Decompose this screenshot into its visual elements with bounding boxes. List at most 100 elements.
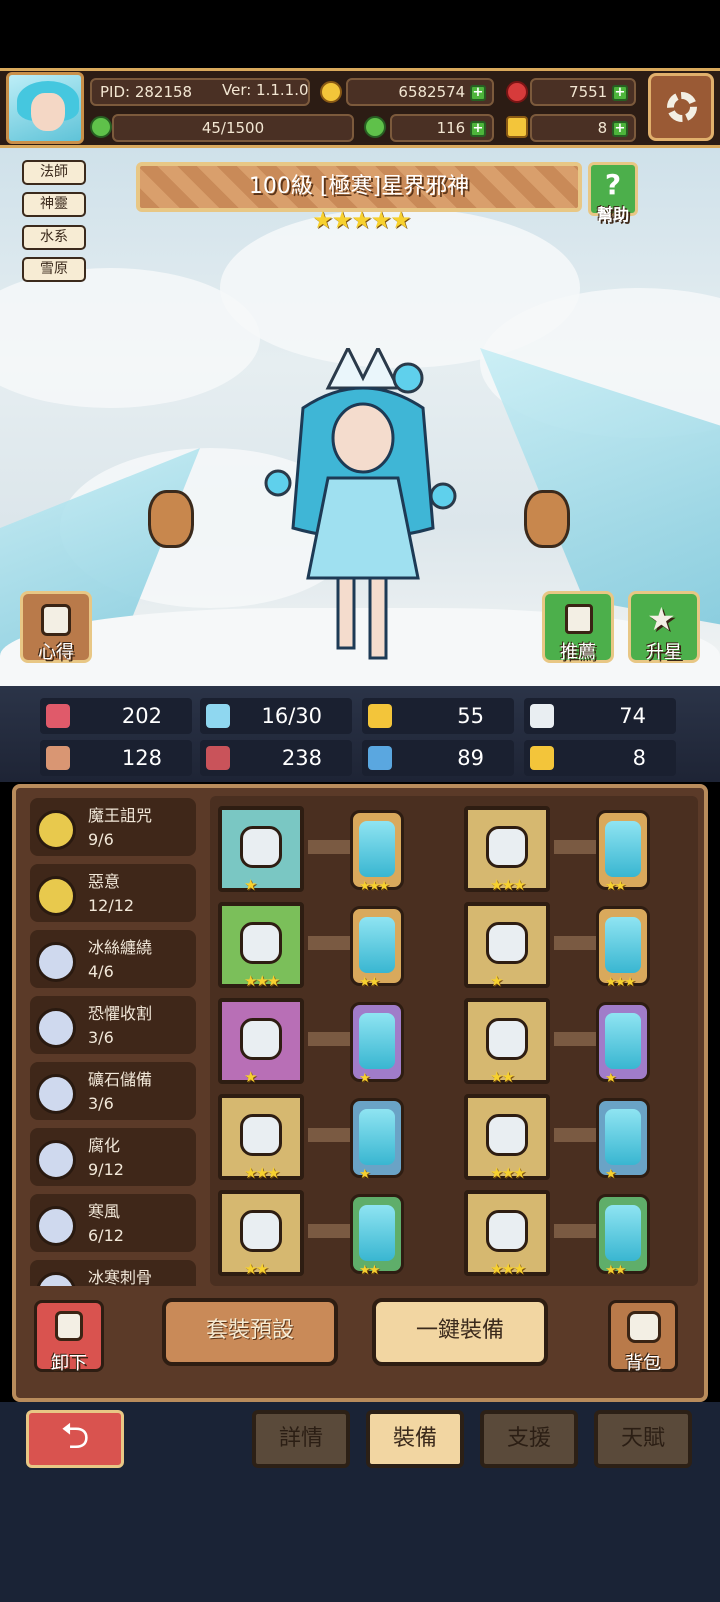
tag-terrain: 雪原 [22, 257, 86, 282]
player-avatar[interactable] [6, 72, 84, 144]
equipment-slot[interactable]: ★★★ [464, 1094, 550, 1182]
rune-gem-slot[interactable]: ★★★ [350, 810, 404, 894]
skill-item[interactable]: 腐化 9/12 [30, 1128, 196, 1186]
skill-name: 寒風 [88, 1202, 121, 1221]
tab-details[interactable]: 詳情 [252, 1410, 350, 1468]
hero-scene: 法師 神靈 水系 雪原 100級 [極寒]星界邪神 ★★★★★ ? 幫助 心得 … [0, 148, 720, 686]
pouch-icon [240, 922, 282, 964]
skill-icon [36, 1140, 76, 1180]
equipment-slot[interactable]: ★★★ [218, 1094, 304, 1182]
skill-level: 12/12 [88, 896, 135, 915]
gem-stars: ★ [605, 1167, 617, 1182]
clover-icon [364, 116, 386, 138]
hero-title: 100級 [極寒]星界邪神 [248, 174, 470, 199]
rune-gem-slot[interactable]: ★★ [350, 906, 404, 990]
skill-level: 3/6 [88, 1028, 114, 1047]
horned-helmet-icon [486, 826, 528, 868]
recommend-button[interactable]: 推薦 [542, 591, 614, 663]
backpack-button[interactable]: 背包 [608, 1300, 678, 1374]
socket-link [554, 1128, 598, 1142]
tab-talent[interactable]: 天賦 [594, 1410, 692, 1468]
gem-add-button[interactable]: + [612, 84, 628, 101]
help-button[interactable]: ? 幫助 [588, 162, 638, 224]
skill-list[interactable]: 魔王詛咒 9/6 惡意 12/12 冰絲纏繞 4/6 恐懼收割 3/6 礦石儲備 3/6 … [24, 798, 200, 1286]
rune-gem-slot[interactable]: ★★ [596, 810, 650, 894]
skill-icon [36, 942, 76, 982]
equipment-slot[interactable]: ★★★ [218, 902, 304, 990]
item-stars: ★ [244, 876, 258, 894]
item-stars: ★ [490, 972, 504, 990]
equipment-slot[interactable]: ★ [218, 998, 304, 1086]
rune-gem-slot[interactable]: ★★ [596, 1194, 650, 1278]
backpack-icon [627, 1311, 661, 1343]
rune-gem-slot[interactable]: ★ [596, 1098, 650, 1182]
skill-item[interactable]: 魔王詛咒 9/6 [30, 798, 196, 856]
skill-icon [36, 810, 76, 850]
skill-item[interactable]: 寒風 6/12 [30, 1194, 196, 1252]
gem-stars: ★ [359, 1167, 371, 1182]
rune-gem-slot[interactable]: ★ [350, 1098, 404, 1182]
unequip-button[interactable]: 卸下 [34, 1300, 104, 1374]
equipment-slot[interactable]: ★ [464, 902, 550, 990]
staff-icon [240, 826, 282, 868]
rune-gem-icon [605, 1109, 641, 1165]
equipment-slot[interactable]: ★★ [218, 1190, 304, 1278]
rune-gem-icon [359, 917, 395, 973]
gold-add-button[interactable]: + [470, 84, 486, 101]
skill-name: 魔王詛咒 [88, 806, 153, 825]
equipment-slot[interactable]: ★★★ [464, 806, 550, 894]
prev-hero-arrow-icon[interactable] [148, 490, 194, 548]
tab-equipment[interactable]: 裝備 [366, 1410, 464, 1468]
equip-all-button[interactable]: 一鍵裝備 [372, 1298, 548, 1366]
skill-level: 3/6 [88, 1094, 114, 1113]
tag-class: 法師 [22, 160, 86, 185]
gem-stars: ★★ [359, 1263, 380, 1278]
rune-gem-slot[interactable]: ★ [596, 1002, 650, 1086]
stat-pickup: 8 [524, 740, 676, 776]
stat-defense: 55 [362, 698, 514, 734]
tab-label: 天賦 [620, 1426, 665, 1451]
stat-value: 55 [457, 704, 484, 728]
skill-icon [36, 876, 76, 916]
stat-value: 128 [121, 746, 162, 770]
avatar-face [31, 93, 65, 131]
rune-gem-slot[interactable]: ★ [350, 1002, 404, 1086]
clover-value: 116 [436, 119, 466, 137]
version-text: Ver: 1.1.1.0 [222, 81, 309, 99]
skill-item[interactable]: 冰絲纏繞 4/6 [30, 930, 196, 988]
skill-level: 6/12 [88, 1226, 124, 1245]
skill-item[interactable]: 惡意 12/12 [30, 864, 196, 922]
skill-item[interactable]: 恐懼收割 3/6 [30, 996, 196, 1054]
stat-magic: 238 [200, 740, 352, 776]
set-preset-button[interactable]: 套裝預設 [162, 1298, 338, 1366]
equipment-slot[interactable]: ★ [218, 806, 304, 894]
item-stars: ★★★ [490, 876, 526, 894]
key-add-button[interactable]: + [612, 120, 628, 137]
item-stars: ★★★ [490, 1164, 526, 1182]
rune-gem-slot[interactable]: ★★ [350, 1194, 404, 1278]
gold-value: 6582574 [398, 83, 466, 101]
ice-shard-icon [486, 1018, 528, 1060]
tab-label: 裝備 [392, 1426, 437, 1451]
skill-name: 恐懼收割 [88, 1004, 153, 1023]
next-hero-arrow-icon[interactable] [524, 490, 570, 548]
insight-button[interactable]: 心得 [20, 591, 92, 663]
clover-add-button[interactable]: + [470, 120, 486, 137]
ore-armor-icon [240, 1114, 282, 1156]
gem-stars: ★★★ [359, 879, 390, 894]
rune-gem-icon [359, 1205, 395, 1261]
item-stars: ★★ [244, 1260, 269, 1278]
hero-stars: ★★★★★ [312, 206, 412, 234]
thumbs-up-icon [565, 604, 593, 634]
back-button[interactable]: ⮌ [26, 1410, 124, 1468]
gem-stars: ★ [605, 1071, 617, 1086]
tab-support[interactable]: 支援 [480, 1410, 578, 1468]
star-up-button[interactable]: ★ 升星 [628, 591, 700, 663]
equipment-slot[interactable]: ★★★ [464, 1190, 550, 1278]
rune-gem-slot[interactable]: ★★★ [596, 906, 650, 990]
equipment-slot[interactable]: ★★ [464, 998, 550, 1086]
socket-link [308, 1032, 352, 1046]
skill-item[interactable]: 礦石儲備 3/6 [30, 1062, 196, 1120]
skill-item[interactable]: 冰寒刺骨 [30, 1260, 196, 1286]
settings-button[interactable] [648, 73, 714, 141]
